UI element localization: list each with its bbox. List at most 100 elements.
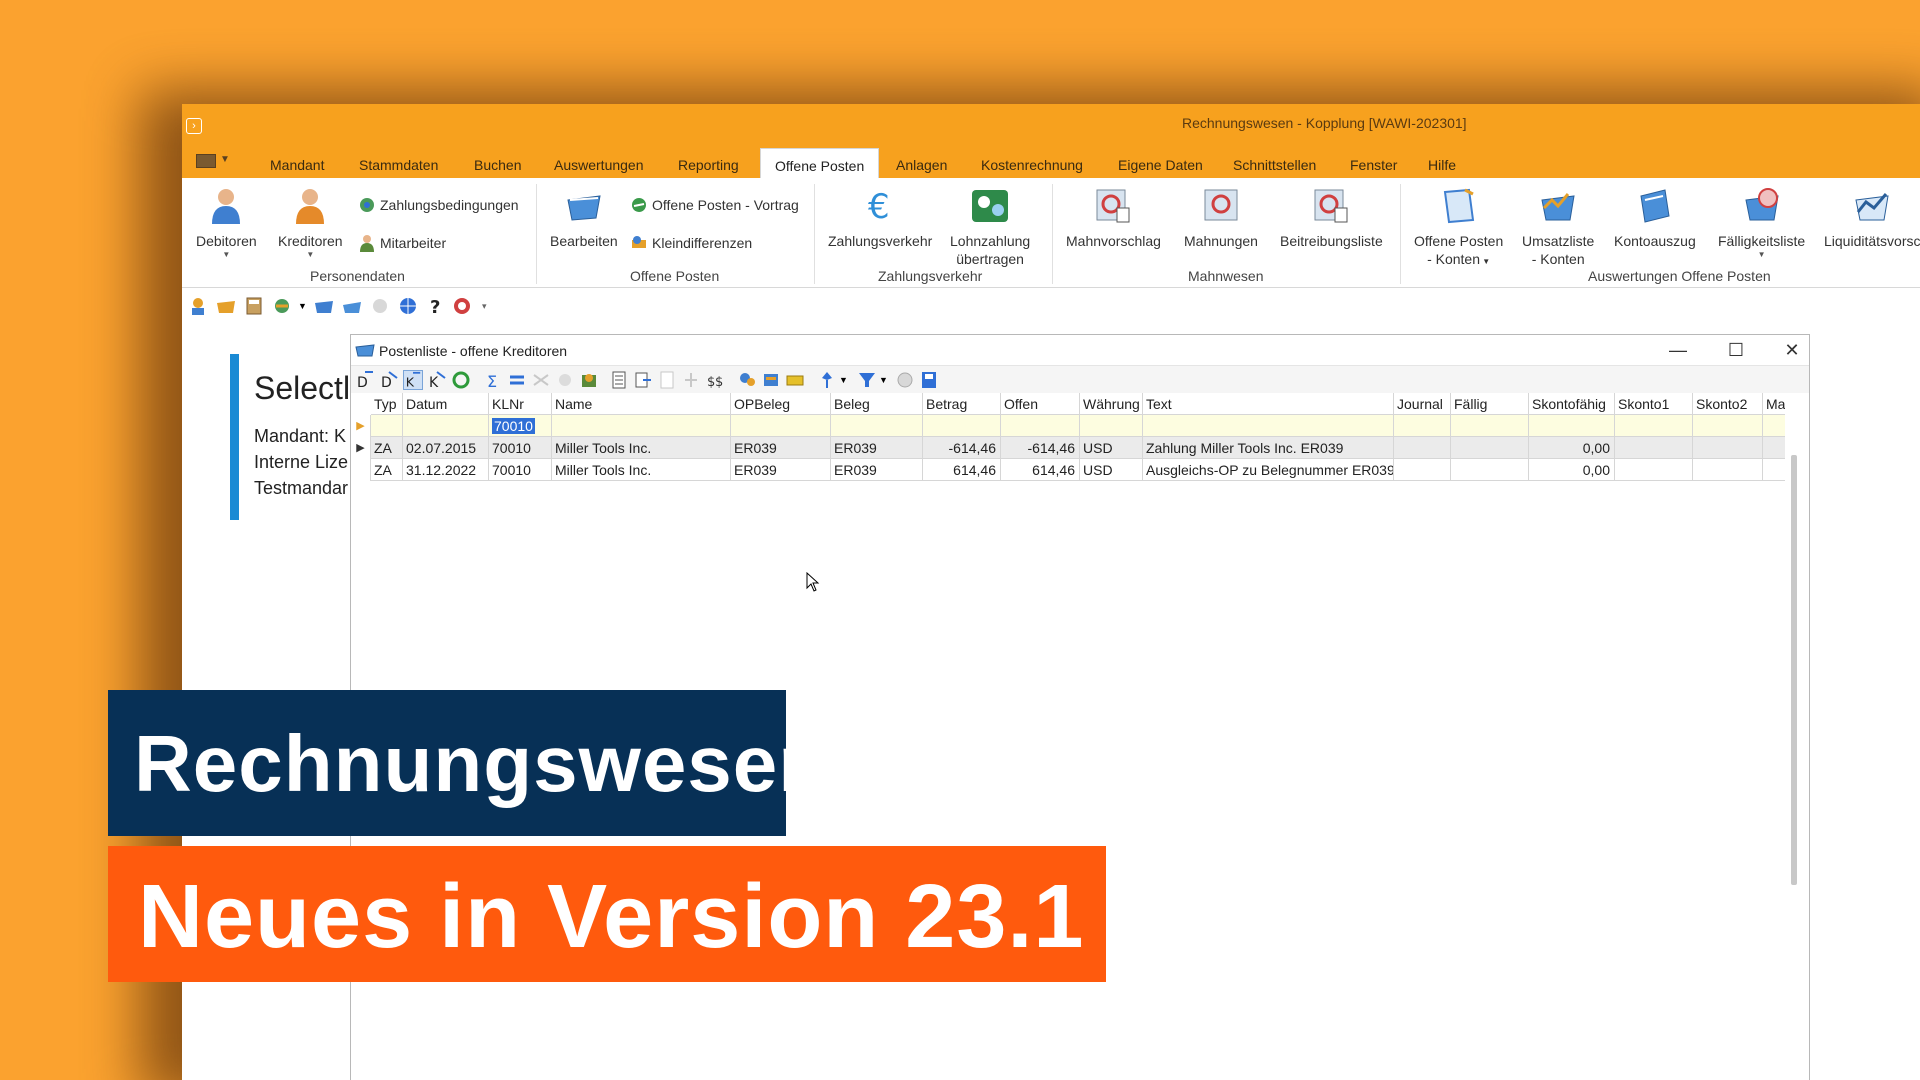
chevron-down-icon[interactable]: ▼ [839, 370, 849, 390]
minimize-button[interactable]: — [1667, 339, 1689, 361]
disabled-link-icon[interactable] [555, 370, 575, 390]
cell-datum[interactable]: 02.07.2015 [403, 437, 489, 459]
mitarbeiter-button[interactable]: Mitarbeiter [358, 234, 446, 252]
folder-blue-icon[interactable] [314, 297, 334, 315]
column-header-opbeleg[interactable]: OPBeleg [731, 393, 831, 415]
cell-faellig[interactable] [1451, 437, 1529, 459]
column-header-faellig[interactable]: Fällig [1451, 393, 1529, 415]
export-icon[interactable] [633, 370, 653, 390]
mahnungen-button[interactable]: Mahnungen [1184, 186, 1258, 250]
column-header-betrag[interactable]: Betrag [923, 393, 1001, 415]
kleindifferenzen-button[interactable]: Kleindifferenzen [630, 234, 752, 252]
quick-menu-button[interactable]: ▼ [196, 154, 230, 170]
bearbeiten-button[interactable]: Bearbeiten [550, 186, 618, 250]
globe-icon[interactable] [398, 297, 418, 315]
column-header-skontofaehig[interactable]: Skontofähig [1529, 393, 1615, 415]
cell-waehrung[interactable]: USD [1080, 437, 1143, 459]
booking-icon[interactable] [272, 297, 292, 315]
column-header-name[interactable]: Name [552, 393, 731, 415]
app-icon[interactable]: › [186, 118, 202, 134]
column-header-datum[interactable]: Datum [403, 393, 489, 415]
menu-kostenrechnung[interactable]: Kostenrechnung [981, 157, 1083, 173]
column-header-beleg[interactable]: Beleg [831, 393, 923, 415]
menu-mandant[interactable]: Mandant [270, 157, 324, 173]
menu-anlagen[interactable]: Anlagen [896, 157, 947, 173]
filter-icon[interactable] [857, 370, 877, 390]
column-header-skonto1[interactable]: Skonto1 [1615, 393, 1693, 415]
people-icon[interactable] [188, 297, 208, 315]
currency-exchange-icon[interactable]: $ $ [705, 370, 725, 390]
report-icon[interactable] [609, 370, 629, 390]
table-row[interactable]: ZA 31.12.2022 70010 Miller Tools Inc. ER… [371, 459, 1785, 481]
cell-betrag[interactable]: 614,46 [923, 459, 1001, 481]
disabled-circle-icon[interactable] [895, 370, 915, 390]
folder-open-icon[interactable] [216, 297, 236, 315]
debit-tool-2-icon[interactable]: D [379, 370, 399, 390]
column-header-typ[interactable]: Typ [371, 393, 403, 415]
cell-skontofaehig[interactable]: 0,00 [1529, 459, 1615, 481]
folder-edit-icon[interactable] [342, 297, 362, 315]
chevron-down-icon[interactable]: ▼ [879, 370, 889, 390]
database-icon[interactable] [761, 370, 781, 390]
cell-skonto1[interactable] [1615, 437, 1693, 459]
zahlungsverkehr-button[interactable]: € Zahlungsverkehr [828, 186, 932, 250]
cell-journal[interactable] [1394, 437, 1451, 459]
disabled-tree-icon[interactable] [681, 370, 701, 390]
cell-skonto2[interactable] [1693, 437, 1763, 459]
customize-toolbar-icon[interactable]: ▾ [482, 297, 502, 315]
cell-faellig[interactable] [1451, 459, 1529, 481]
save-icon[interactable] [919, 370, 939, 390]
op-konten-button[interactable]: Offene Posten - Konten ▼ [1414, 186, 1503, 271]
cell-opbeleg[interactable]: ER039 [731, 459, 831, 481]
column-header-journal[interactable]: Journal [1394, 393, 1451, 415]
cell-klnr[interactable]: 70010 [489, 437, 552, 459]
cell-klnr[interactable]: 70010 [489, 459, 552, 481]
column-header-mal[interactable]: Mal [1763, 393, 1785, 415]
faelligkeitsliste-button[interactable]: Fälligkeitsliste ▼ [1718, 186, 1805, 260]
disabled-tool-icon[interactable] [370, 297, 390, 315]
cell-beleg[interactable]: ER039 [831, 437, 923, 459]
kredit-tool-2-icon[interactable]: K [427, 370, 447, 390]
cell-name[interactable]: Miller Tools Inc. [552, 459, 731, 481]
column-header-waehrung[interactable]: Währung [1080, 393, 1143, 415]
disabled-split-icon[interactable] [531, 370, 551, 390]
cell-name[interactable]: Miller Tools Inc. [552, 437, 731, 459]
close-button[interactable]: ✕ [1781, 339, 1803, 361]
cell-typ[interactable]: ZA [371, 437, 403, 459]
cell-datum[interactable]: 31.12.2022 [403, 459, 489, 481]
lohnzahlung-button[interactable]: Lohnzahlung übertragen [950, 186, 1030, 268]
mahnvorschlag-button[interactable]: Mahnvorschlag [1066, 186, 1161, 250]
cell-skontofaehig[interactable]: 0,00 [1529, 437, 1615, 459]
menu-hilfe[interactable]: Hilfe [1428, 157, 1456, 173]
search-people-icon[interactable] [737, 370, 757, 390]
cell-offen[interactable]: -614,46 [1001, 437, 1080, 459]
maximize-button[interactable]: ☐ [1725, 339, 1747, 361]
menu-fenster[interactable]: Fenster [1350, 157, 1397, 173]
menu-schnittstellen[interactable]: Schnittstellen [1233, 157, 1316, 173]
cell-skonto2[interactable] [1693, 459, 1763, 481]
liquiditaet-button[interactable]: Liquiditätsvorsc [1824, 186, 1920, 250]
disabled-doc-icon[interactable] [657, 370, 677, 390]
debit-tool-icon[interactable]: D [355, 370, 375, 390]
vertical-scrollbar[interactable] [1791, 455, 1797, 885]
chevron-down-icon[interactable]: ▼ [298, 297, 308, 315]
cell-text[interactable]: Ausgleichs-OP zu Belegnummer ER039 [1143, 459, 1394, 481]
menu-buchen[interactable]: Buchen [474, 157, 521, 173]
cell-typ[interactable]: ZA [371, 459, 403, 481]
equals-icon[interactable] [507, 370, 527, 390]
refresh-icon[interactable] [451, 370, 471, 390]
filter-value-klnr[interactable]: 70010 [492, 418, 535, 434]
pin-icon[interactable] [817, 370, 837, 390]
help-icon[interactable]: ? [426, 297, 446, 315]
menu-auswertungen[interactable]: Auswertungen [554, 157, 644, 173]
cell-text[interactable]: Zahlung Miller Tools Inc. ER039 [1143, 437, 1394, 459]
cell-betrag[interactable]: -614,46 [923, 437, 1001, 459]
package-icon[interactable] [579, 370, 599, 390]
kontoauszug-button[interactable]: Kontoauszug [1614, 186, 1696, 250]
umsatzliste-button[interactable]: Umsatzliste - Konten [1522, 186, 1594, 268]
sum-icon[interactable]: Σ [483, 370, 503, 390]
column-header-offen[interactable]: Offen [1001, 393, 1080, 415]
exit-icon[interactable] [452, 297, 472, 315]
cell-offen[interactable]: 614,46 [1001, 459, 1080, 481]
kredit-tool-icon[interactable]: K [403, 370, 423, 390]
